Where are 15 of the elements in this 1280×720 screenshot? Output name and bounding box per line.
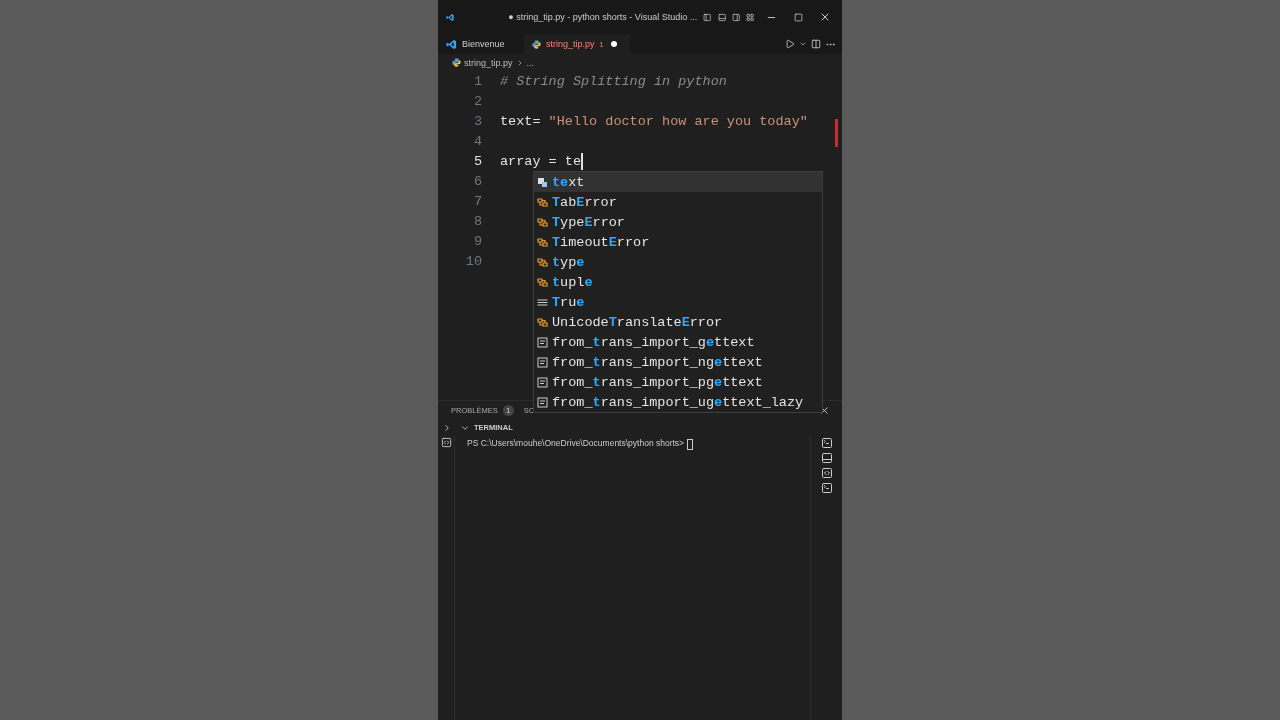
line-number: 9: [472, 233, 482, 249]
code-line: text= "Hello doctor how are you today": [500, 113, 808, 129]
line-number: 10: [464, 253, 482, 269]
terminal-prompt: PS C:\Users\mouhe\OneDrive\Documents\python shorts>: [467, 438, 685, 448]
code-line: array = te: [500, 153, 581, 169]
line-number: 2: [472, 93, 482, 109]
window-title: ● string_tip.py - python shorts - Visual Studio ...: [508, 12, 698, 22]
line-number: 1: [472, 73, 482, 89]
line-number: 8: [472, 213, 482, 229]
line-number: 5: [472, 153, 482, 169]
line-number: 6: [472, 173, 482, 189]
line-number: 7: [472, 193, 482, 209]
code-line: # String Splitting in python: [500, 73, 727, 89]
line-number: 3: [472, 113, 482, 129]
line-number: 4: [472, 133, 482, 149]
